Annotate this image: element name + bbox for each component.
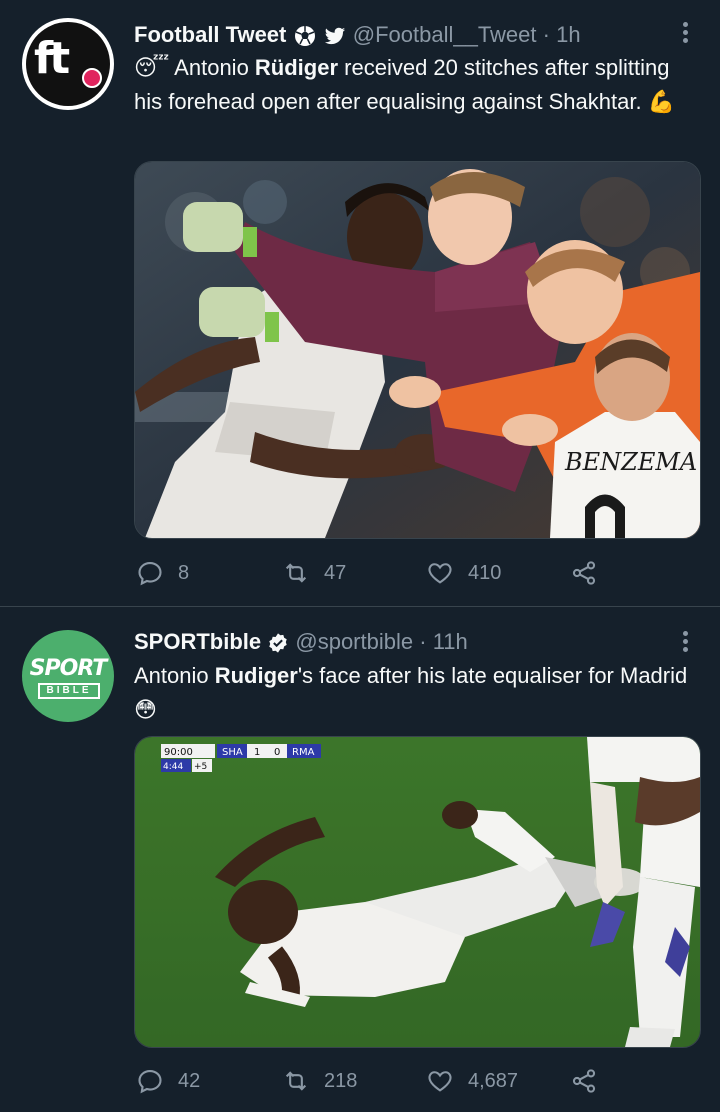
author-name[interactable]: SPORTbible bbox=[134, 629, 261, 654]
retweet-icon bbox=[285, 1071, 307, 1091]
tweet-text-bold: Rüdiger bbox=[254, 55, 339, 80]
avatar[interactable]: ft bbox=[22, 18, 114, 110]
verified-badge-icon bbox=[269, 633, 287, 653]
tweet-header: Football Tweet @Football__Tweet · 1h bbox=[134, 20, 581, 50]
retweet-button[interactable]: 47 bbox=[282, 558, 346, 588]
tweet-time[interactable]: 1h bbox=[556, 22, 580, 47]
tweet-sportbible[interactable]: SPORT BIBLE SPORTbible @sportbible · 11h… bbox=[0, 607, 720, 1112]
tweet-actions: 8 47 410 bbox=[134, 558, 700, 588]
twitter-bird-icon bbox=[324, 27, 345, 45]
match-clock: 90:00 bbox=[164, 747, 193, 758]
tweet-text-part: 😴 Antonio bbox=[134, 55, 255, 80]
author-handle[interactable]: @sportbible bbox=[295, 629, 413, 654]
author-name[interactable]: Football Tweet bbox=[134, 22, 286, 47]
avatar-logo-bottom: BIBLE bbox=[38, 683, 100, 699]
avatar[interactable]: SPORT BIBLE bbox=[22, 630, 114, 722]
more-options-icon[interactable] bbox=[678, 20, 692, 46]
share-icon bbox=[572, 1069, 596, 1093]
celebration-photo: BENZEMA bbox=[135, 162, 700, 538]
like-button[interactable]: 4,687 bbox=[426, 1066, 518, 1096]
reply-button[interactable]: 42 bbox=[136, 1066, 200, 1096]
avatar-logo-text: ft bbox=[34, 33, 70, 84]
home-score: 1 bbox=[254, 747, 260, 758]
retweet-count: 47 bbox=[324, 561, 347, 584]
retweet-icon bbox=[285, 563, 307, 583]
separator: · bbox=[542, 22, 550, 47]
retweet-button[interactable]: 218 bbox=[282, 1066, 357, 1096]
like-count: 410 bbox=[468, 561, 502, 584]
pitch-photo: 90:00 SHA 1 0 RMA 4:44 +5 bbox=[135, 737, 700, 1047]
tweet-text: 😴 Antonio Rüdiger received 20 stitches a… bbox=[134, 51, 700, 119]
share-icon bbox=[572, 561, 596, 585]
reply-button[interactable]: 8 bbox=[136, 558, 189, 588]
tweet-text: Antonio Rudiger's face after his late eq… bbox=[134, 659, 700, 727]
away-team: RMA bbox=[292, 747, 315, 758]
author-handle[interactable]: @Football__Tweet bbox=[353, 22, 537, 47]
share-button[interactable] bbox=[570, 1066, 612, 1096]
tweet-text-bold: Rudiger bbox=[214, 663, 298, 688]
football-ball-icon bbox=[82, 68, 102, 88]
retweet-count: 218 bbox=[324, 1069, 358, 1092]
reply-icon bbox=[138, 1070, 162, 1094]
reply-icon bbox=[138, 562, 162, 586]
home-team: SHA bbox=[222, 747, 243, 758]
added-minutes: +5 bbox=[194, 762, 207, 772]
added-time: 4:44 bbox=[163, 762, 183, 772]
like-count: 4,687 bbox=[468, 1069, 519, 1092]
tweet-media-photo[interactable]: BENZEMA bbox=[134, 161, 701, 539]
heart-icon bbox=[428, 1071, 452, 1092]
separator: · bbox=[419, 629, 427, 654]
tweet-time[interactable]: 11h bbox=[433, 629, 468, 654]
football-badge-icon bbox=[294, 26, 315, 47]
avatar-logo-top: SPORT bbox=[29, 656, 108, 681]
heart-icon bbox=[428, 563, 452, 584]
reply-count: 42 bbox=[178, 1069, 201, 1092]
more-options-icon[interactable] bbox=[678, 629, 692, 655]
share-button[interactable] bbox=[570, 558, 612, 588]
reply-count: 8 bbox=[178, 561, 190, 584]
tweet-football-tweet[interactable]: ft Football Tweet @Football__Tweet · 1h … bbox=[0, 0, 720, 606]
tweet-text-part: Antonio bbox=[134, 663, 215, 688]
tweet-media-photo[interactable]: 90:00 SHA 1 0 RMA 4:44 +5 bbox=[134, 736, 701, 1048]
like-button[interactable]: 410 bbox=[426, 558, 501, 588]
tweet-header: SPORTbible @sportbible · 11h bbox=[134, 627, 468, 657]
tweet-actions: 42 218 4,687 bbox=[134, 1066, 700, 1096]
jersey-name: BENZEMA bbox=[564, 448, 697, 476]
away-score: 0 bbox=[274, 747, 280, 758]
